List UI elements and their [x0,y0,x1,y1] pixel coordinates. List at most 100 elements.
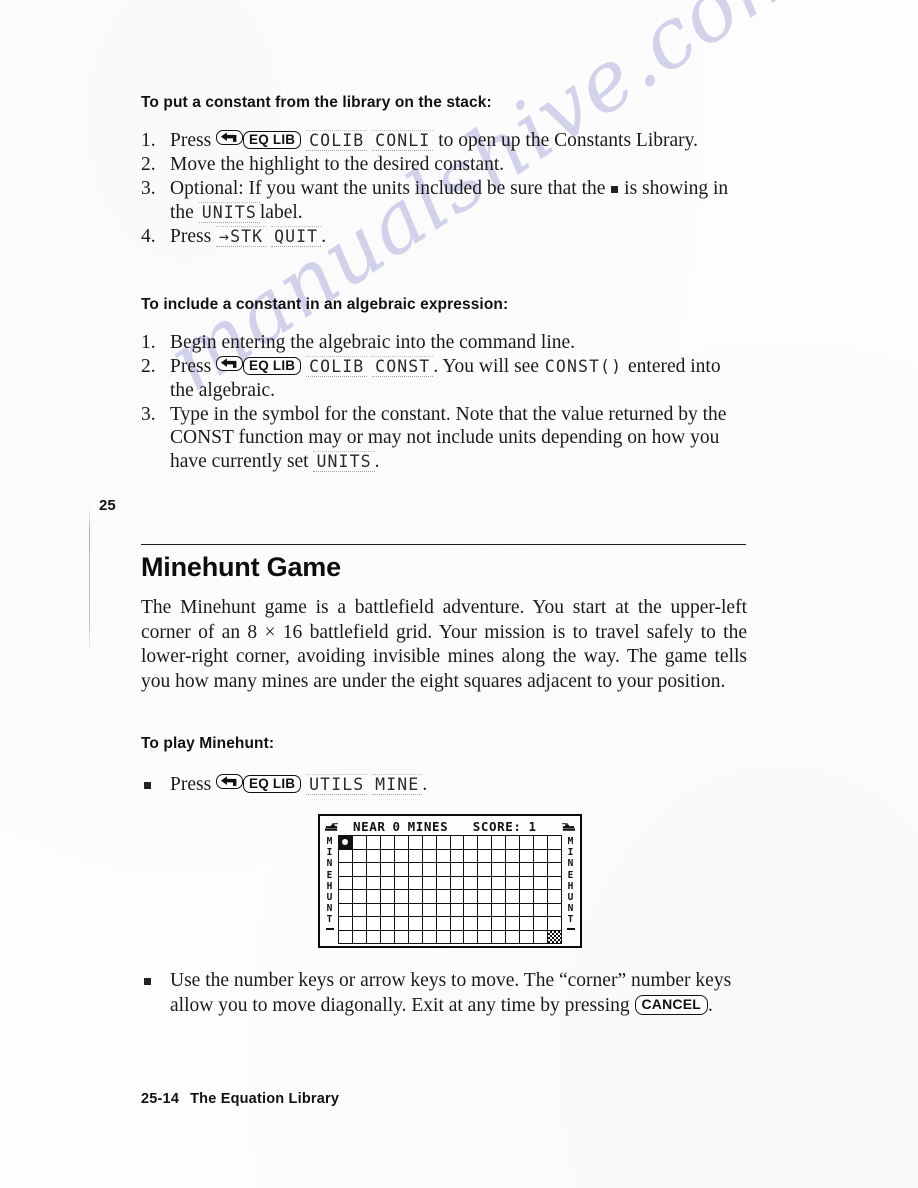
grid-cell[interactable] [492,849,507,863]
grid-cell[interactable] [478,836,493,850]
grid-cell[interactable] [339,863,353,877]
grid-cell[interactable] [380,863,395,877]
eq-lib-key[interactable]: EQ LIB [243,775,302,793]
grid-cell[interactable] [352,863,367,877]
grid-cell[interactable] [408,863,423,877]
grid-cell[interactable] [450,876,465,890]
cancel-key[interactable]: CANCEL [634,994,709,1015]
grid-cell[interactable] [548,863,562,877]
grid-cell[interactable] [534,863,549,877]
grid-cell[interactable] [380,903,395,917]
grid-cell[interactable] [534,890,549,904]
grid-cell[interactable] [394,890,409,904]
grid-cell[interactable] [436,863,451,877]
grid-cell[interactable] [464,903,479,917]
grid-cell[interactable] [478,890,493,904]
grid-cell[interactable] [380,836,395,850]
grid-cell[interactable] [436,917,451,931]
grid-cell[interactable] [534,876,549,890]
grid-cell[interactable] [422,849,437,863]
grid-cell[interactable] [464,890,479,904]
softkey-to-stack[interactable]: →STK [216,225,267,247]
grid-cell[interactable] [394,930,409,944]
grid-cell[interactable] [506,903,521,917]
grid-cell[interactable] [408,903,423,917]
grid-cell[interactable] [534,849,549,863]
grid-cell[interactable] [394,863,409,877]
grid-cell[interactable] [408,876,423,890]
grid-cell-player[interactable] [339,836,353,850]
grid-cell[interactable] [366,863,381,877]
grid-cell[interactable] [520,849,535,863]
grid-cell[interactable] [366,890,381,904]
grid-cell[interactable] [492,836,507,850]
grid-cell[interactable] [394,849,409,863]
grid-cell[interactable] [478,863,493,877]
grid-cell[interactable] [548,876,562,890]
grid-cell[interactable] [436,903,451,917]
grid-cell[interactable] [534,930,549,944]
softkey-mine[interactable]: MINE [372,774,423,795]
grid-cell[interactable] [380,890,395,904]
grid-cell[interactable] [408,890,423,904]
grid-cell[interactable] [408,917,423,931]
softkey-quit[interactable]: QUIT [271,225,322,247]
left-shift-key[interactable] [216,356,244,371]
grid-cell[interactable] [366,849,381,863]
grid-cell[interactable] [436,849,451,863]
left-shift-key[interactable] [216,130,244,145]
grid-cell[interactable] [366,876,381,890]
grid-cell[interactable] [422,863,437,877]
grid-cell[interactable] [352,930,367,944]
grid-cell[interactable] [478,849,493,863]
softkey-units[interactable]: UNITS [313,450,375,472]
grid-cell[interactable] [450,849,465,863]
softkey-colib[interactable]: COLIB [306,356,368,377]
grid-cell[interactable] [408,930,423,944]
grid-cell[interactable] [422,930,437,944]
eq-lib-key[interactable]: EQ LIB [243,131,302,149]
grid-cell[interactable] [339,917,353,931]
grid-cell[interactable] [464,917,479,931]
grid-cell[interactable] [450,917,465,931]
grid-cell[interactable] [366,903,381,917]
grid-cell[interactable] [520,876,535,890]
grid-cell[interactable] [506,876,521,890]
grid-cell[interactable] [436,836,451,850]
grid-cell[interactable] [436,930,451,944]
grid-cell[interactable] [464,849,479,863]
grid-cell[interactable] [352,849,367,863]
grid-cell[interactable] [534,917,549,931]
grid-cell[interactable] [464,930,479,944]
grid-cell[interactable] [548,890,562,904]
grid-cell[interactable] [450,930,465,944]
grid-cell[interactable] [408,836,423,850]
grid-cell[interactable] [506,863,521,877]
softkey-const[interactable]: CONST [372,356,434,377]
grid-cell[interactable] [366,917,381,931]
grid-cell[interactable] [394,836,409,850]
grid-cell[interactable] [394,903,409,917]
grid-cell[interactable] [464,876,479,890]
grid-cell[interactable] [450,890,465,904]
grid-cell[interactable] [492,890,507,904]
grid-cell[interactable] [548,903,562,917]
eq-lib-key[interactable]: EQ LIB [243,357,302,375]
grid-cell[interactable] [366,836,381,850]
grid-cell[interactable] [352,836,367,850]
grid-cell[interactable] [534,836,549,850]
grid-cell[interactable] [506,917,521,931]
grid-cell[interactable] [520,930,535,944]
left-shift-key[interactable] [216,774,244,789]
grid-cell[interactable] [478,903,493,917]
softkey-utils[interactable]: UTILS [306,774,368,795]
grid-cell[interactable] [380,930,395,944]
grid-cell[interactable] [394,876,409,890]
softkey-conli[interactable]: CONLI [372,130,434,151]
grid-cell[interactable] [422,890,437,904]
grid-cell[interactable] [380,876,395,890]
battlefield-grid[interactable] [338,835,562,944]
grid-cell[interactable] [478,876,493,890]
grid-cell[interactable] [492,876,507,890]
grid-cell[interactable] [548,917,562,931]
